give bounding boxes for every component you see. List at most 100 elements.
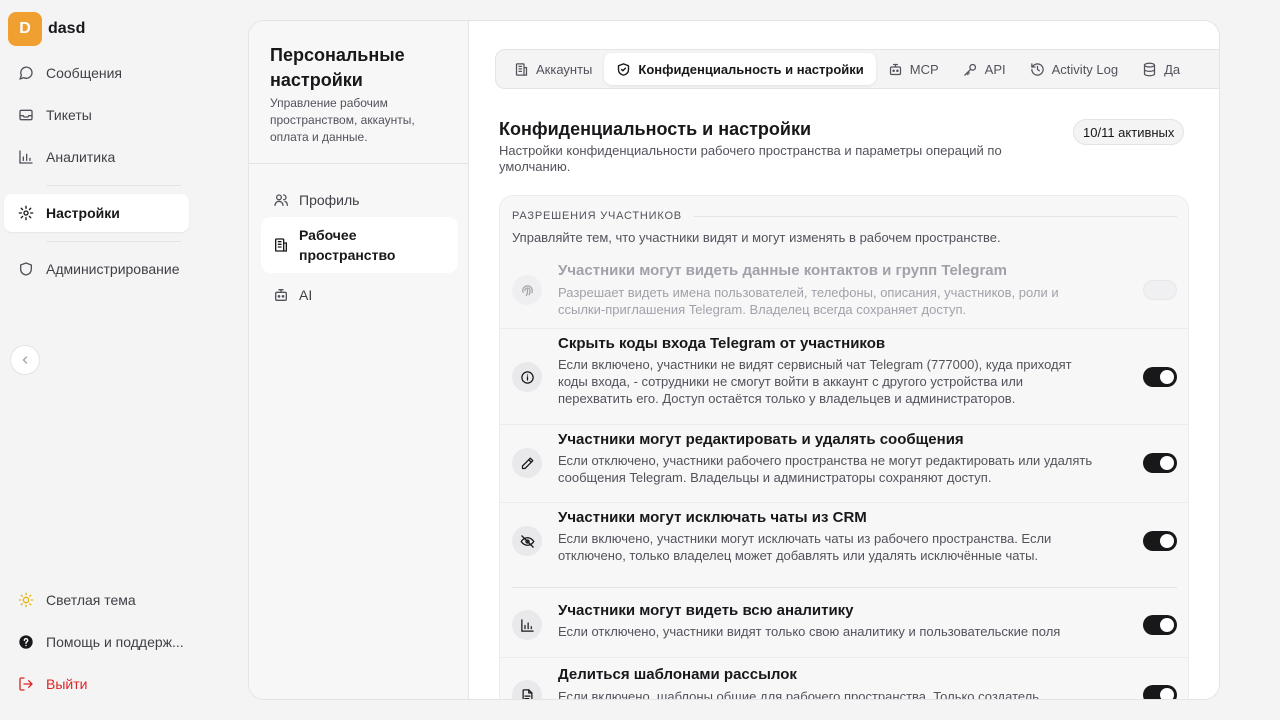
tab-privacy-settings[interactable]: Конфиденциальность и настройки [604, 53, 876, 85]
subnav-divider [249, 163, 469, 164]
bot-icon [889, 63, 901, 75]
setting-row-view-all-analytics: Участники могут видеть всю аналитику Есл… [500, 594, 1188, 658]
chevron-left-icon [22, 356, 28, 364]
help-circle-icon [19, 635, 33, 649]
setting-title: Участники могут исключать чаты из CRM [558, 509, 867, 526]
bot-icon [275, 289, 287, 301]
tab-label: Конфиденциальность и настройки [638, 61, 864, 77]
building-icon [515, 62, 528, 76]
collapse-sidebar-button[interactable] [10, 345, 40, 375]
sidebar-item-tickets[interactable]: Тикеты [4, 96, 189, 134]
tab-data[interactable]: Да [1130, 53, 1192, 85]
setting-title: Участники могут видеть данные контактов … [558, 262, 1007, 279]
setting-title: Участники могут видеть всю аналитику [558, 602, 854, 619]
setting-toggle[interactable] [1143, 685, 1177, 699]
sidebar-item-label: Аналитика [46, 149, 116, 165]
users-icon [274, 194, 288, 206]
tab-mcp[interactable]: MCP [876, 53, 951, 85]
logout-icon [19, 677, 33, 691]
subnav-item-label: AI [299, 287, 313, 303]
rows-divider [512, 587, 1177, 588]
workspace-switcher[interactable]: D dasd [8, 12, 85, 46]
tab-label: Аккаунты [536, 61, 593, 77]
sidebar-divider [46, 185, 181, 186]
sidebar-item-messages[interactable]: Сообщения [4, 54, 189, 92]
setting-title: Делиться шаблонами рассылок [558, 666, 797, 683]
tab-label: MCP [909, 61, 939, 77]
document-icon [522, 688, 532, 699]
logout-button[interactable]: Выйти [4, 665, 189, 703]
message-circle-icon [19, 66, 33, 80]
bar-chart-icon [19, 150, 33, 164]
building-icon [275, 238, 287, 252]
setting-description: Если отключено, участники рабочего прост… [558, 453, 1093, 485]
page-title: Конфиденциальность и настройки [499, 119, 812, 139]
history-icon [1030, 62, 1044, 76]
setting-icon [512, 526, 542, 556]
fingerprint-icon [521, 284, 533, 296]
theme-toggle-label: Светлая тема [46, 592, 136, 608]
logout-label: Выйти [46, 676, 88, 692]
settings-subnav: Персональные настройки Управление рабочи… [249, 21, 469, 699]
help-support-link[interactable]: Помощь и поддерж... [4, 623, 189, 661]
settings-tabs: Аккаунты Конфиденциальность и настройки … [495, 49, 1219, 89]
setting-description: Если отключено, участники видят только с… [558, 624, 1061, 639]
setting-row-edit-delete-messages: Участники могут редактировать и удалять … [500, 425, 1188, 503]
section-heading: РАЗРЕШЕНИЯ УЧАСТНИКОВ [512, 210, 1177, 222]
setting-row-view-telegram-data: Участники могут видеть данные контактов … [500, 256, 1188, 329]
active-count-badge: 10/11 активных [1073, 119, 1185, 145]
setting-title: Скрыть коды входа Telegram от участников [558, 335, 886, 352]
setting-toggle[interactable] [1143, 453, 1177, 473]
setting-icon [512, 362, 542, 392]
settings-description: Управление рабочим пространством, аккаун… [270, 96, 415, 144]
setting-icon [512, 275, 542, 305]
section-heading-text: РАЗРЕШЕНИЯ УЧАСТНИКОВ [512, 210, 682, 222]
setting-title: Участники могут редактировать и удалять … [558, 431, 964, 448]
settings-title: Персональные настройки [270, 45, 405, 90]
sidebar-item-label: Тикеты [46, 107, 92, 123]
setting-toggle[interactable] [1143, 615, 1177, 635]
setting-row-share-templates: Делиться шаблонами рассылок Если включен… [500, 658, 1188, 700]
sidebar-item-analytics[interactable]: Аналитика [4, 138, 189, 176]
setting-icon [512, 680, 542, 699]
settings-card: Персональные настройки Управление рабочи… [248, 20, 1220, 700]
eye-off-icon [520, 534, 534, 548]
subnav-item-profile[interactable]: Профиль [261, 182, 458, 218]
subnav-item-workspace[interactable]: Рабочее пространство [261, 217, 458, 273]
sidebar-item-label: Сообщения [46, 65, 122, 81]
member-permissions-section: РАЗРЕШЕНИЯ УЧАСТНИКОВ Управляйте тем, чт… [499, 195, 1189, 700]
workspace-name: dasd [48, 20, 86, 37]
setting-description: Разрешает видеть имена пользователей, те… [558, 285, 1059, 317]
key-icon [963, 63, 976, 76]
setting-row-exclude-chats: Участники могут исключать чаты из CRM Ес… [500, 503, 1188, 587]
sidebar-item-settings[interactable]: Настройки [4, 194, 189, 232]
subnav-item-ai[interactable]: AI [261, 277, 458, 313]
pencil-icon [521, 457, 533, 469]
setting-description: Если включено, участники не видят сервис… [558, 357, 1072, 406]
section-description: Управляйте тем, что участники видят и мо… [512, 230, 1001, 245]
setting-icon [512, 448, 542, 478]
setting-toggle[interactable] [1143, 280, 1177, 300]
inbox-icon [19, 109, 33, 121]
sidebar-item-label: Администрирование [46, 261, 180, 277]
gear-icon [18, 205, 34, 221]
sidebar-item-administration[interactable]: Администрирование [4, 250, 189, 288]
tab-accounts[interactable]: Аккаунты [502, 53, 604, 85]
setting-description: Если включено, шаблоны общие для рабочег… [558, 689, 1040, 700]
page-description: Настройки конфиденциальности рабочего пр… [499, 143, 1002, 174]
subnav-item-label: Профиль [299, 192, 360, 208]
setting-row-hide-login-codes: Скрыть коды входа Telegram от участников… [500, 329, 1188, 425]
shield-icon [20, 262, 32, 276]
subnav-item-label: Рабочее пространство [299, 227, 396, 263]
tab-activity-log[interactable]: Activity Log [1018, 53, 1130, 85]
theme-toggle[interactable]: Светлая тема [4, 581, 189, 619]
sun-icon [18, 592, 34, 608]
setting-toggle[interactable] [1143, 367, 1177, 387]
tab-label: API [984, 61, 1006, 77]
database-icon [1144, 62, 1156, 76]
workspace-avatar: D [8, 12, 42, 46]
setting-toggle[interactable] [1143, 531, 1177, 551]
shield-check-icon [618, 62, 630, 76]
sidebar-divider [46, 241, 181, 242]
tab-api[interactable]: API [951, 53, 1018, 85]
